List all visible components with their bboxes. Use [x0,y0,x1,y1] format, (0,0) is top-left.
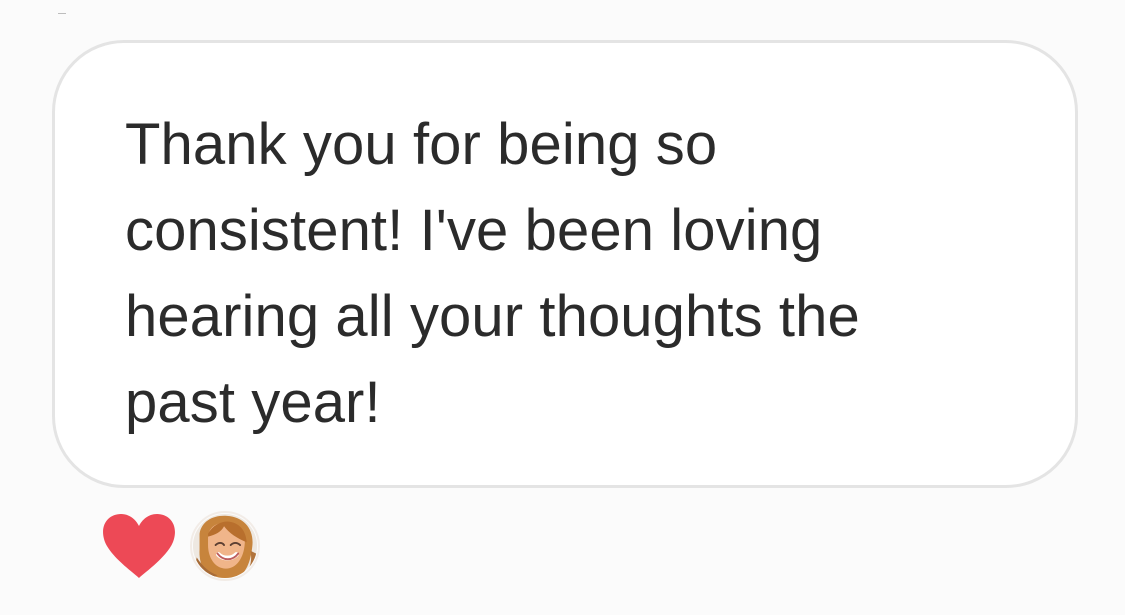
heart-icon[interactable] [100,510,178,582]
message-reactions [100,507,260,585]
message-text: Thank you for being so consistent! I've … [125,112,860,435]
avatar[interactable] [190,511,260,581]
status-mark [58,13,66,14]
conversation-screen: Thank you for being so consistent! I've … [0,0,1125,615]
message-bubble[interactable]: Thank you for being so consistent! I've … [52,40,1078,488]
